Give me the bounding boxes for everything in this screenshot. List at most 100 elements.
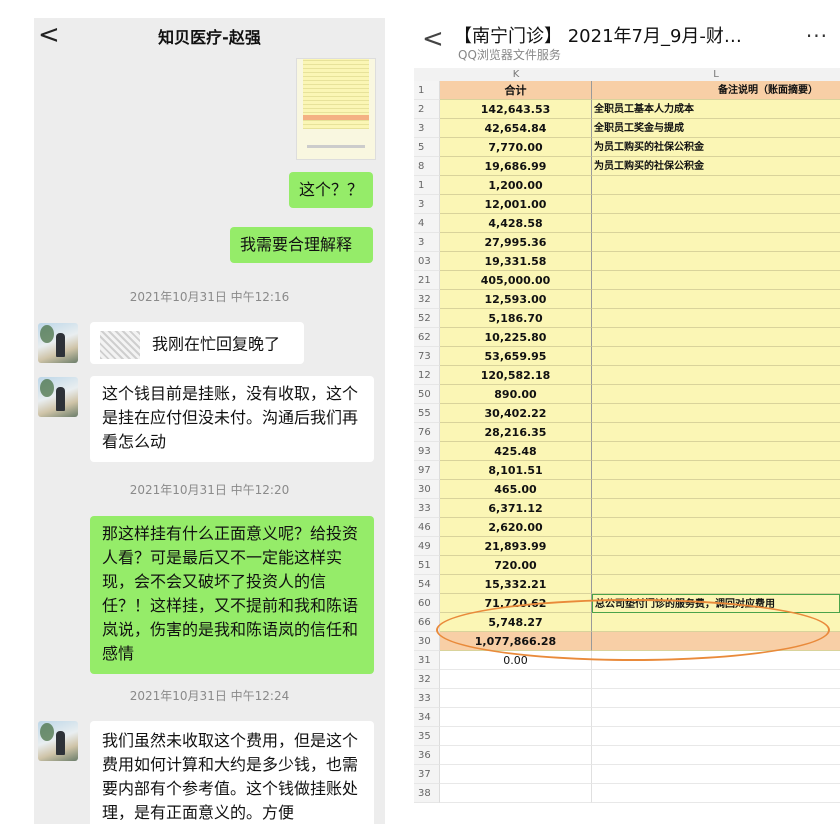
row-number[interactable]: 37 [414,765,440,784]
cell-total[interactable]: 71,720.62 [440,594,592,613]
cell-total[interactable]: 7,770.00 [440,138,592,157]
row-number[interactable]: 38 [414,784,440,803]
row-number[interactable]: 52 [414,309,440,328]
cell-note[interactable] [592,252,840,271]
cell-note[interactable] [592,651,840,670]
row-number[interactable]: 12 [414,366,440,385]
row-number[interactable]: 4 [414,214,440,233]
row-number[interactable]: 50 [414,385,440,404]
cell-total[interactable]: 5,748.27 [440,613,592,632]
spreadsheet-thumbnail-image[interactable] [296,58,376,160]
cell-note[interactable] [592,746,840,765]
cell-total[interactable]: 6,371.12 [440,499,592,518]
cell-total[interactable] [440,689,592,708]
row-number[interactable]: 3 [414,119,440,138]
message-bubble-other[interactable]: 我刚在忙回复晚了 [90,322,304,364]
cell-total[interactable]: 0.00 [440,651,592,670]
cell-total[interactable] [440,727,592,746]
cell-note[interactable] [592,347,840,366]
row-number[interactable]: 21 [414,271,440,290]
cell-note[interactable] [592,632,840,651]
cell-total[interactable] [440,765,592,784]
row-number[interactable]: 46 [414,518,440,537]
cell-note[interactable] [592,366,840,385]
cell-total[interactable]: 53,659.95 [440,347,592,366]
cell-note[interactable]: 全职员工奖金与提成 [592,119,840,138]
cell-note[interactable] [592,689,840,708]
cell-total[interactable]: 2,620.00 [440,518,592,537]
cell-note[interactable] [592,518,840,537]
cell-note[interactable] [592,765,840,784]
cell-total[interactable]: 42,654.84 [440,119,592,138]
avatar[interactable] [38,323,78,363]
row-number[interactable]: 76 [414,423,440,442]
avatar[interactable] [38,377,78,417]
row-number[interactable]: 34 [414,708,440,727]
cell-total[interactable]: 890.00 [440,385,592,404]
column-header-k[interactable]: K [440,68,592,82]
cell-note[interactable]: 全职员工基本人力成本 [592,100,840,119]
cell-total[interactable]: 405,000.00 [440,271,592,290]
row-number[interactable]: 3 [414,233,440,252]
cell-total[interactable]: 12,001.00 [440,195,592,214]
cell-note[interactable] [592,214,840,233]
row-number[interactable]: 1 [414,81,440,100]
row-number[interactable]: 35 [414,727,440,746]
message-bubble-mine[interactable]: 那这样挂有什么正面意义呢？给投资人看？可是最后又不一定能这样实现，会不会又破坏了… [90,516,374,674]
row-number[interactable]: 33 [414,689,440,708]
cell-note[interactable]: 为员工购买的社保公积金 [592,157,840,176]
message-bubble-other[interactable]: 我们虽然未收取这个费用，但是这个费用如何计算和大约是多少钱，也需要内部有个参考值… [90,721,374,824]
cell-total[interactable]: 120,582.18 [440,366,592,385]
cell-total[interactable]: 4,428.58 [440,214,592,233]
cell-note[interactable] [592,309,840,328]
row-number[interactable]: 32 [414,290,440,309]
cell-total[interactable]: 21,893.99 [440,537,592,556]
cell-total[interactable]: 合计 [440,81,592,100]
cell-note[interactable] [592,480,840,499]
cell-total[interactable]: 8,101.51 [440,461,592,480]
back-arrow-icon[interactable]: < [422,24,444,54]
cell-total[interactable]: 12,593.00 [440,290,592,309]
cell-total[interactable]: 5,186.70 [440,309,592,328]
cell-total[interactable]: 1,200.00 [440,176,592,195]
row-number[interactable]: 60 [414,594,440,613]
row-number[interactable]: 33 [414,499,440,518]
cell-total[interactable]: 15,332.21 [440,575,592,594]
row-number[interactable]: 66 [414,613,440,632]
cell-note[interactable] [592,385,840,404]
row-number[interactable]: 73 [414,347,440,366]
cell-note[interactable] [592,499,840,518]
cell-note[interactable] [592,556,840,575]
cell-total[interactable] [440,670,592,689]
cell-total[interactable] [440,784,592,803]
row-number[interactable]: 30 [414,632,440,651]
cell-note[interactable] [592,461,840,480]
cell-total[interactable] [440,746,592,765]
row-number[interactable]: 55 [414,404,440,423]
cell-total[interactable]: 19,331.58 [440,252,592,271]
cell-note[interactable] [592,423,840,442]
cell-note[interactable] [592,442,840,461]
row-number[interactable]: 97 [414,461,440,480]
cell-note[interactable]: 总公司垫付门诊的服务费，调回对应费用 [592,594,840,613]
column-header-l[interactable]: L [592,68,840,82]
row-number[interactable]: 31 [414,651,440,670]
row-number[interactable]: 49 [414,537,440,556]
cell-note[interactable] [592,290,840,309]
cell-total[interactable]: 30,402.22 [440,404,592,423]
cell-note[interactable]: 为员工购买的社保公积金 [592,138,840,157]
cell-note[interactable] [592,328,840,347]
cell-note[interactable] [592,195,840,214]
row-number[interactable]: 3 [414,195,440,214]
message-bubble-other[interactable]: 这个钱目前是挂账，没有收取，这个是挂在应付但没未付。沟通后我们再看怎么动 [90,376,374,462]
row-number[interactable]: 8 [414,157,440,176]
cell-note[interactable] [592,233,840,252]
cell-note[interactable]: 备注说明（账面摘要） [592,81,840,100]
cell-total[interactable]: 425.48 [440,442,592,461]
row-number[interactable]: 2 [414,100,440,119]
cell-total[interactable]: 27,995.36 [440,233,592,252]
cell-note[interactable] [592,537,840,556]
cell-total[interactable]: 10,225.80 [440,328,592,347]
row-number[interactable]: 51 [414,556,440,575]
cell-total[interactable]: 1,077,866.28 [440,632,592,651]
